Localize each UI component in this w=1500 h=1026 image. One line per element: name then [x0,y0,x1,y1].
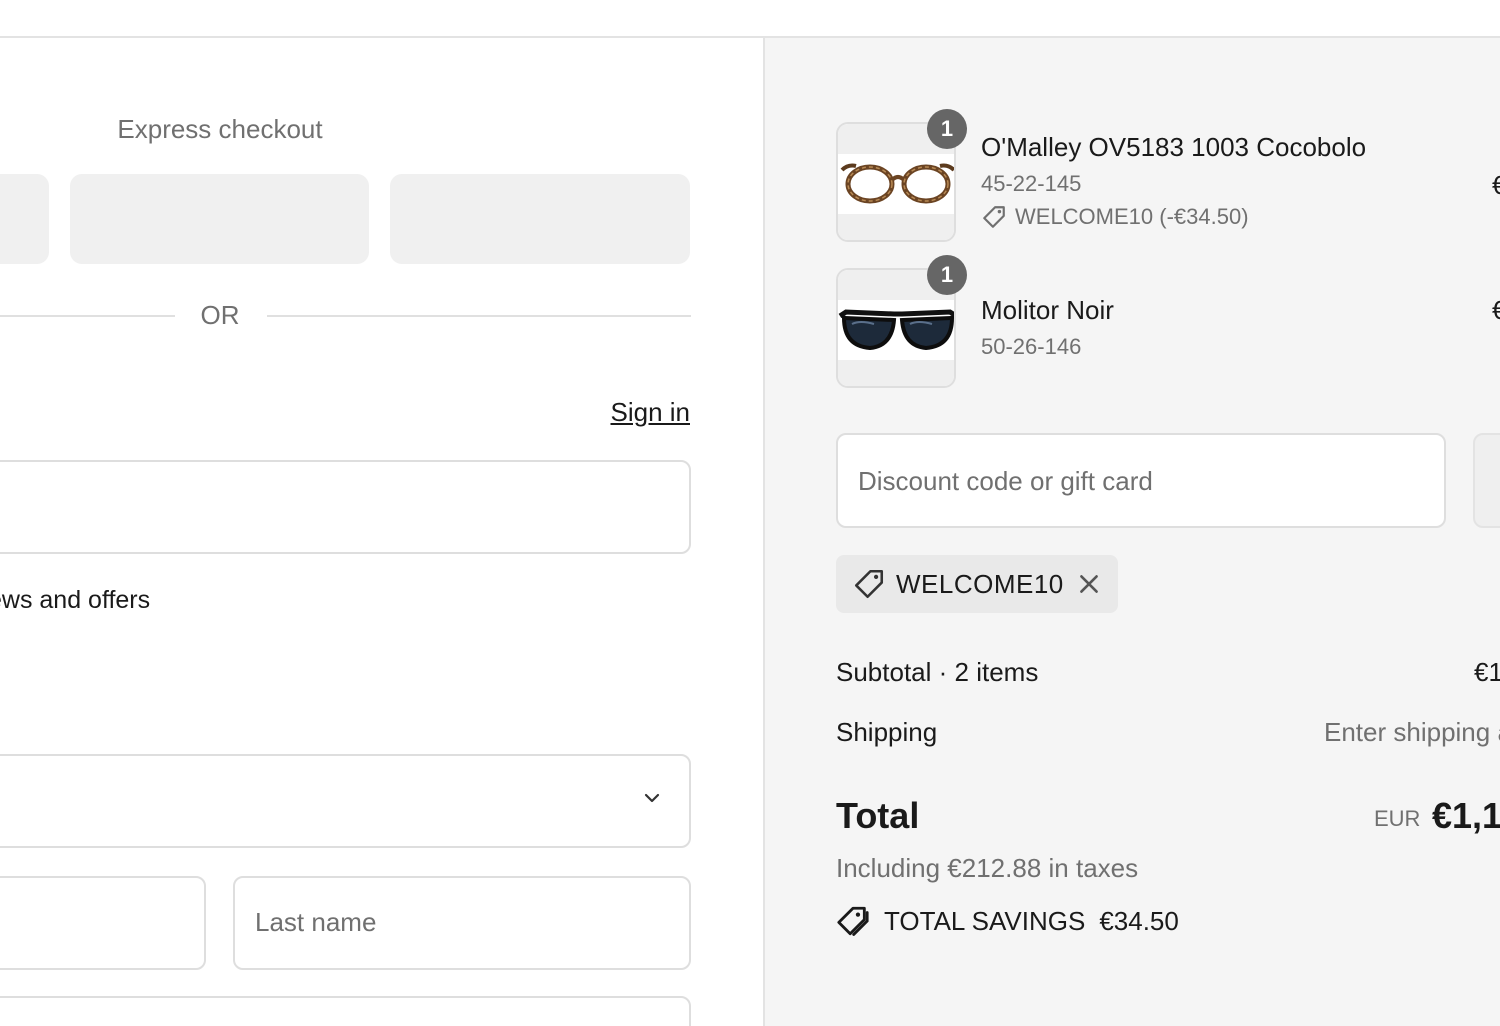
tag-icon [854,569,884,599]
sign-in-link[interactable]: Sign in [611,397,691,428]
total-amount: €1,1 [1432,795,1500,836]
apply-discount-button[interactable] [1473,433,1500,528]
quantity-badge: 1 [927,255,967,295]
tag-icon [983,206,1005,228]
total-savings-label: TOTAL SAVINGS [884,905,1086,936]
shipping-label: Shipping [836,717,938,747]
express-checkout-label: Express checkout [117,114,323,144]
tags-icon [837,906,869,936]
express-pay-button-3[interactable] [390,174,690,264]
item-variant: 45-22-145 [981,171,1082,196]
shipping-value: Enter shipping a [1324,717,1500,747]
total-currency: EUR [1374,806,1421,831]
item-variant: 50-26-146 [981,334,1082,359]
divider-line-right [267,315,691,317]
item-discount: WELCOME10 (-€34.50) [981,204,1249,230]
country-select[interactable] [0,754,691,848]
checkout-page: Express checkout OR Sign in ews and offe… [0,0,1500,1026]
last-name-placeholder: Last name [255,907,377,937]
subtotal-value: €1 [1474,657,1500,687]
total-label: Total [836,795,920,836]
total-savings-value: €34.50 [1099,905,1179,936]
express-pay-button-2[interactable] [70,174,369,264]
taxes-note: Including €212.88 in taxes [836,853,1139,883]
item-name: O'Malley OV5183 1003 Cocobolo [981,132,1367,162]
first-name-field[interactable] [0,876,206,970]
email-offers-checkbox-label[interactable]: ews and offers [0,586,150,615]
close-icon[interactable] [1076,571,1102,597]
item-discount-text: WELCOME10 (-€34.50) [1015,204,1249,229]
quantity-badge: 1 [927,109,967,149]
email-field[interactable] [0,460,691,554]
subtotal-label: Subtotal · 2 items [836,657,1039,687]
discount-code-placeholder: Discount code or gift card [858,466,1153,496]
express-pay-button-1[interactable] [0,174,49,264]
address-field[interactable] [0,996,691,1026]
item-price: € [1492,170,1500,200]
chevron-down-icon [644,793,660,803]
applied-discount-code: WELCOME10 [896,568,1064,599]
item-price: € [1492,295,1500,325]
total-savings: TOTAL SAVINGS €34.50 [836,904,1179,938]
item-name: Molitor Noir [981,295,1114,325]
